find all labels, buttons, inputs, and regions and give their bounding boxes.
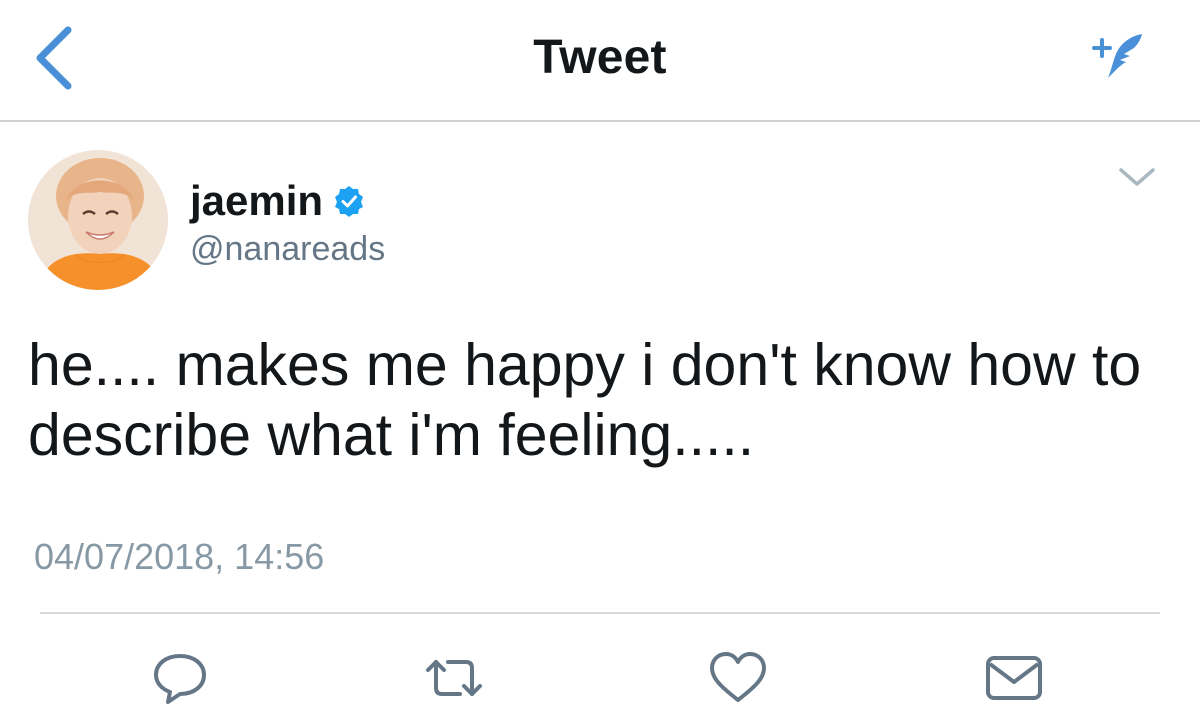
- retweet-icon: [426, 660, 482, 696]
- chevron-down-icon[interactable]: [1115, 162, 1159, 194]
- reply-icon: [154, 654, 206, 704]
- retweet-button[interactable]: [422, 650, 486, 706]
- divider: [40, 612, 1160, 614]
- tweet-timestamp: 04/07/2018, 14:56: [34, 536, 325, 577]
- top-nav-bar: Tweet: [0, 0, 1200, 122]
- author-name-row: jaemin: [190, 177, 365, 225]
- avatar[interactable]: [28, 150, 168, 290]
- heart-icon: [710, 652, 766, 702]
- verified-badge-icon: [335, 186, 364, 217]
- page-title: Tweet: [533, 31, 667, 84]
- compose-tweet-icon[interactable]: [1086, 26, 1148, 82]
- display-name[interactable]: jaemin: [190, 177, 323, 225]
- tweet-text: he.... makes me happy i don't know how t…: [28, 332, 1142, 468]
- reply-button[interactable]: [148, 650, 212, 706]
- author-handle[interactable]: @nanareads: [190, 230, 385, 269]
- direct-message-button[interactable]: [982, 650, 1046, 706]
- like-button[interactable]: [706, 650, 770, 706]
- envelope-icon: [986, 656, 1042, 700]
